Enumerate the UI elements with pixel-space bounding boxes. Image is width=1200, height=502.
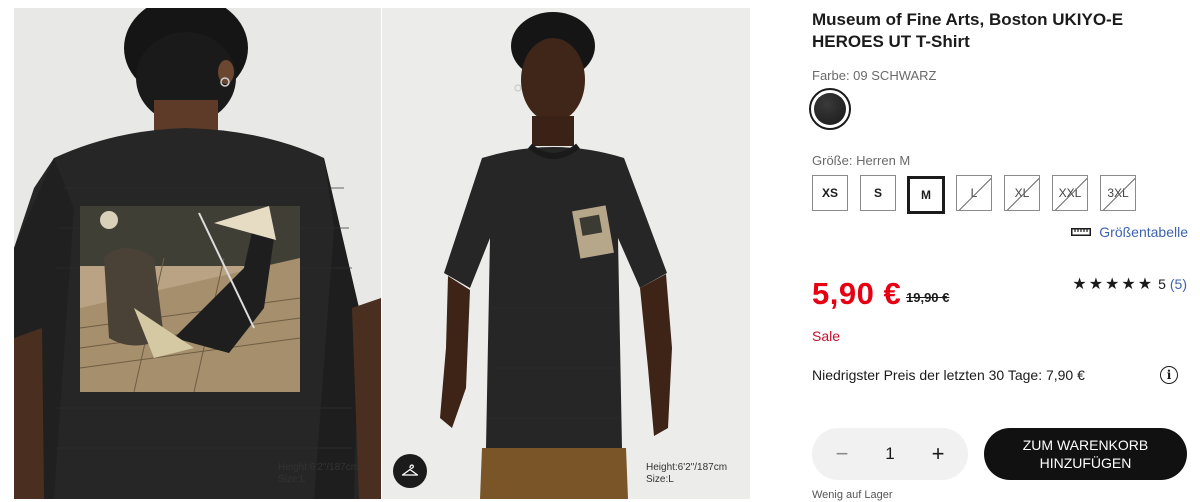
rating-summary[interactable]: ★★★★★ 5 (5) [1072,274,1187,294]
star-rating-icon: ★★★★★ [1072,276,1155,293]
caption-height: Height:6'2"/187cm [646,462,728,473]
image-caption-back: Height:6'2"/187cm Size:L [278,462,359,486]
rating-value: 5 [1158,276,1166,292]
caption-size: Size:L [646,474,674,485]
product-image-front[interactable]: Height:6'2"/187cm Size:L [382,8,750,499]
size-option-xl[interactable]: XL [1004,175,1040,211]
increase-quantity-button[interactable]: + [928,443,948,465]
size-option-xs[interactable]: XS [812,175,848,211]
size-label: Größe: Herren M [812,153,911,168]
hanger-icon[interactable] [393,454,427,488]
quantity-stepper: − 1 + [812,428,968,480]
lowest-price-notice: Niedrigster Preis der letzten 30 Tage: 7… [812,367,1085,383]
image-caption-front: Height:6'2"/187cm Size:L [646,462,727,486]
current-price: 5,90 € [812,276,902,311]
caption-size: Size:L [278,474,306,485]
product-title: Museum of Fine Arts, Boston UKIYO-E HERO… [812,10,1124,51]
size-chart-label: Größentabelle [1099,224,1188,240]
product-gallery: Height:6'2"/187cm Size:L Height:6'2"/187… [0,0,770,502]
info-icon[interactable]: i [1160,366,1178,384]
sale-label: Sale [812,328,841,344]
add-to-cart-label-line1: ZUM WARENKORB [1022,437,1149,453]
color-swatch-black[interactable] [809,88,851,130]
size-option-xxl[interactable]: XXL [1052,175,1088,211]
add-to-cart-label-line2: HINZUFÜGEN [1039,455,1132,471]
size-selector: XS S M L XL XXL 3XL [812,175,1190,215]
size-option-l[interactable]: L [956,175,992,211]
quantity-value[interactable]: 1 [885,444,894,464]
product-image-back[interactable]: Height:6'2"/187cm Size:L [14,8,381,499]
size-chart-link[interactable]: Größentabelle [1071,224,1188,240]
original-price: 19,90 € [906,290,950,305]
size-option-3xl[interactable]: 3XL [1100,175,1136,211]
stock-status: Wenig auf Lager [812,489,893,501]
product-details-panel: Museum of Fine Arts, Boston UKIYO-E HERO… [809,0,1190,502]
add-to-cart-button[interactable]: ZUM WARENKORB HINZUFÜGEN [984,428,1187,480]
color-label: Farbe: 09 SCHWARZ [812,68,937,83]
ruler-icon [1071,224,1092,240]
review-count-link[interactable]: (5) [1170,276,1187,292]
swatch-fill [814,93,846,125]
size-option-m[interactable]: M [906,175,946,215]
size-option-s[interactable]: S [860,175,896,211]
caption-height: Height:6'2"/187cm [278,462,360,473]
decrease-quantity-button[interactable]: − [832,443,852,465]
